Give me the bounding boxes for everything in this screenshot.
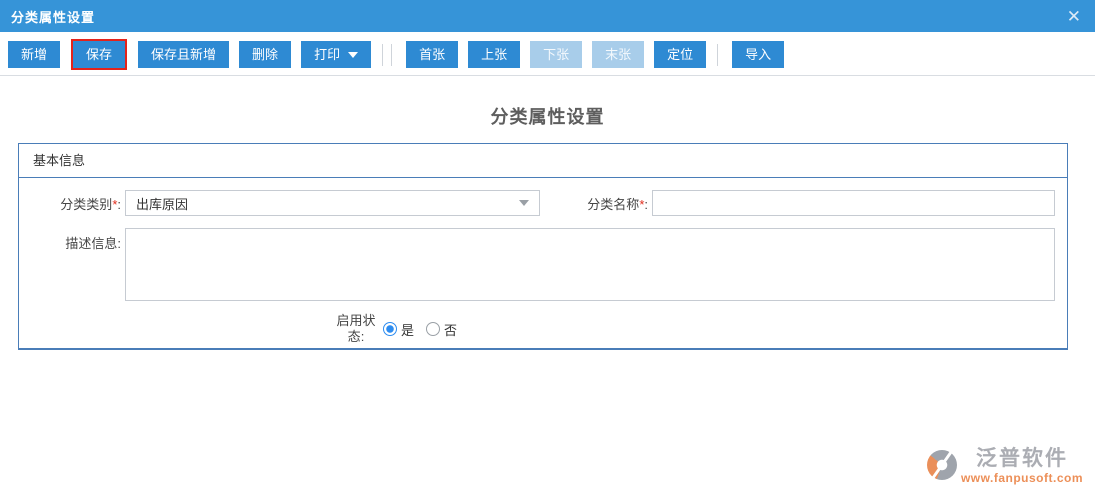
radio-yes-label: 是: [401, 322, 415, 338]
radio-checked-icon: [383, 322, 397, 336]
first-record-button[interactable]: 首张: [406, 41, 459, 68]
category-name-input[interactable]: [652, 190, 1055, 216]
form-row: 启用状态: 是 否: [333, 313, 1055, 348]
dialog: 分类属性设置 ✕ 新增 保存 保存且新增 删除 打印 首张 上张 下张 末张 定…: [0, 0, 1095, 485]
delete-button[interactable]: 删除: [239, 41, 292, 68]
description-textarea[interactable]: [125, 228, 1055, 301]
toolbar-separator: [382, 43, 396, 66]
last-record-button: 末张: [592, 41, 645, 68]
fanpu-logo-icon: [926, 450, 957, 480]
category-name-label: 分类名称*:: [587, 196, 648, 212]
chevron-down-icon: [519, 200, 529, 206]
new-button[interactable]: 新增: [8, 41, 61, 68]
locate-button[interactable]: 定位: [654, 41, 707, 68]
enable-status-radio-no[interactable]: 否: [426, 320, 457, 339]
form-panel: 基本信息 分类类别*: 出库原因 分类名称*: 描述信息: 启用状态: 是 否: [18, 143, 1068, 350]
radio-no-label: 否: [444, 322, 458, 338]
category-type-label: 分类类别*:: [60, 196, 121, 212]
enable-status-radio-yes[interactable]: 是: [383, 320, 414, 339]
watermark: 泛普软件 www.fanpusoft.com: [926, 447, 1083, 485]
print-button-label: 打印: [314, 47, 341, 62]
watermark-brand: 泛普软件: [975, 447, 1068, 470]
watermark-url: www.fanpusoft.com: [960, 471, 1083, 485]
form-row: 描述信息:: [33, 228, 1055, 301]
category-type-value: 出库原因: [136, 196, 189, 212]
save-button[interactable]: 保存: [71, 39, 128, 70]
dialog-titlebar: 分类属性设置 ✕: [0, 0, 1095, 32]
category-type-select[interactable]: 出库原因: [125, 190, 540, 216]
form-body: 分类类别*: 出库原因 分类名称*: 描述信息: 启用状态: 是 否: [19, 178, 1067, 348]
caret-down-icon: [348, 51, 359, 58]
radio-unchecked-icon: [426, 322, 441, 336]
toolbar: 新增 保存 保存且新增 删除 打印 首张 上张 下张 末张 定位 导入: [0, 32, 1095, 76]
close-icon[interactable]: ✕: [1067, 8, 1081, 25]
save-and-new-button[interactable]: 保存且新增: [138, 41, 230, 68]
previous-record-button[interactable]: 上张: [468, 41, 521, 68]
section-header: 基本信息: [19, 144, 1067, 178]
enable-status-label: 启用状态:: [336, 313, 376, 344]
description-label: 描述信息:: [65, 236, 121, 251]
import-button[interactable]: 导入: [732, 41, 785, 68]
print-button[interactable]: 打印: [301, 41, 372, 68]
dialog-title: 分类属性设置: [11, 9, 96, 25]
next-record-button: 下张: [530, 41, 583, 68]
form-row: 分类类别*: 出库原因 分类名称*:: [33, 190, 1055, 216]
page-title: 分类属性设置: [490, 107, 605, 127]
toolbar-separator: [717, 43, 722, 66]
